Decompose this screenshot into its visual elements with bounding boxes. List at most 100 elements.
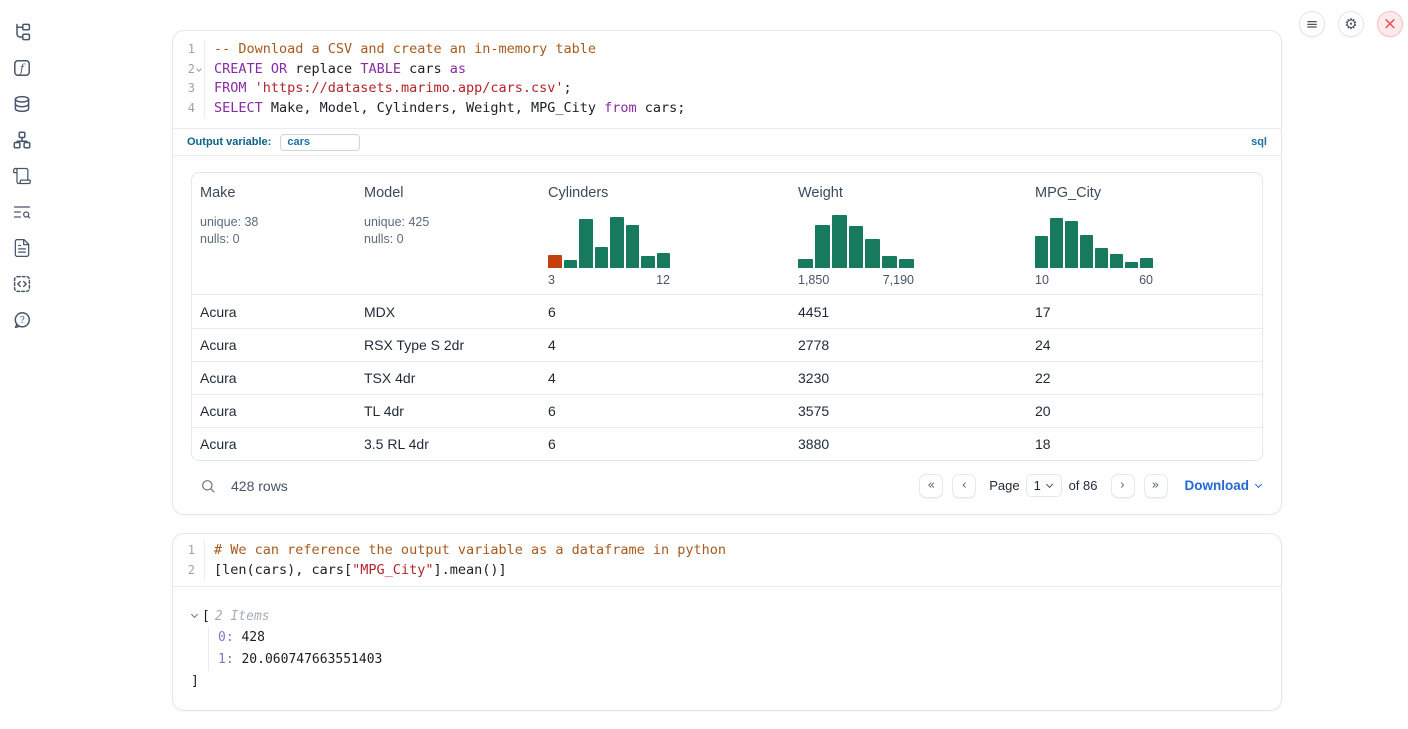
column-header-mpg_city[interactable]: MPG_City1060: [1027, 173, 1262, 294]
last-page-button[interactable]: »: [1144, 474, 1168, 498]
tree-root-row: [ 2 Items: [191, 605, 1263, 627]
histogram-bars[interactable]: [798, 215, 914, 268]
column-header-model[interactable]: Modelunique: 425nulls: 0: [356, 173, 540, 294]
table-footer: 428 rows « ‹ Page 1 of 86 › » Download: [191, 469, 1263, 502]
search-list-icon: [12, 202, 32, 222]
collapse-chevron-icon[interactable]: [191, 610, 198, 617]
table-row[interactable]: AcuraRSX Type S 2dr4277824: [192, 328, 1262, 361]
column-stats: unique: 38nulls: 0: [200, 214, 348, 247]
histogram-bar: [832, 215, 847, 268]
code-text: -- Download a CSV and create an in-memor…: [204, 40, 596, 60]
help-icon: ?: [12, 310, 32, 330]
tree-value: 428: [234, 630, 265, 645]
sidebar-item-logs[interactable]: [12, 166, 32, 186]
svg-text:?: ?: [20, 315, 25, 326]
shutdown-button[interactable]: ×: [1377, 11, 1403, 37]
logs-scroll-icon: [12, 166, 32, 186]
output-variable-input[interactable]: [280, 134, 360, 151]
code-line[interactable]: 1# We can reference the output variable …: [173, 541, 1281, 561]
sidebar-item-snippets[interactable]: [12, 274, 32, 294]
page-label: Page: [989, 478, 1019, 493]
table-cell: 3230: [790, 362, 1027, 394]
page-total-label: of 86: [1069, 478, 1098, 493]
code-text: [len(cars), cars["MPG_City"].mean()]: [204, 561, 507, 581]
table-cell: 24: [1027, 329, 1262, 361]
first-page-button[interactable]: «: [919, 474, 943, 498]
code-line[interactable]: 3FROM 'https://datasets.marimo.app/cars.…: [173, 79, 1281, 99]
fold-gutter[interactable]: [195, 60, 204, 80]
sidebar-item-help[interactable]: ?: [12, 310, 32, 330]
language-badge: sql: [1251, 136, 1267, 148]
histogram-bar: [1050, 218, 1063, 268]
dependency-graph-icon: [12, 130, 32, 150]
sidebar-item-functions[interactable]: f: [12, 58, 32, 78]
histogram-bar: [1125, 262, 1138, 268]
table-row[interactable]: AcuraMDX6445117: [192, 295, 1262, 328]
table-body: AcuraMDX6445117AcuraRSX Type S 2dr427782…: [192, 295, 1262, 460]
sql-cell: 1 -- Download a CSV and create an in-memo…: [172, 30, 1282, 515]
histogram-range-labels: 312: [548, 273, 670, 287]
line-number: 1: [173, 541, 195, 561]
line-number: 3: [173, 79, 195, 99]
sql-cell-output: Makeunique: 38nulls: 0Modelunique: 425nu…: [173, 156, 1281, 515]
row-count-label: 428 rows: [231, 478, 288, 494]
line-number: 4: [173, 99, 195, 119]
line-number: 2: [173, 561, 195, 581]
menu-button[interactable]: ≡: [1299, 11, 1325, 37]
sidebar-item-documentation[interactable]: [12, 238, 32, 258]
code-line[interactable]: 2 [len(cars), cars["MPG_City"].mean()]: [173, 561, 1281, 581]
table-header: Makeunique: 38nulls: 0Modelunique: 425nu…: [192, 173, 1262, 295]
table-row[interactable]: AcuraTL 4dr6357520: [192, 394, 1262, 427]
column-header-cylinders[interactable]: Cylinders 312: [540, 173, 790, 294]
download-label: Download: [1185, 478, 1250, 493]
documentation-icon: [12, 238, 32, 258]
sidebar-item-dependency-graph[interactable]: [12, 130, 32, 150]
column-histogram: 1,8507,190: [798, 215, 1019, 287]
code-editor-sql[interactable]: 1-- Download a CSV and create an in-memo…: [173, 31, 1281, 129]
column-header-weight[interactable]: Weight1,8507,190: [790, 173, 1027, 294]
list-output: [ 2 Items 0: 4281: 20.060747663551403 ]: [173, 587, 1281, 705]
sidebar-item-scratchpad-search[interactable]: [12, 202, 32, 222]
table-row[interactable]: AcuraTSX 4dr4323022: [192, 361, 1262, 394]
python-cell: 1# We can reference the output variable …: [172, 533, 1282, 711]
settings-button[interactable]: ⚙: [1338, 11, 1364, 37]
download-button[interactable]: Download: [1185, 478, 1262, 493]
table-cell: 4451: [790, 295, 1027, 328]
histogram-bar: [564, 260, 578, 268]
chevron-left-icon: ‹: [962, 479, 967, 492]
table-cell: 6: [540, 428, 790, 460]
fold-gutter: [195, 561, 204, 581]
histogram-bars[interactable]: [1035, 215, 1153, 268]
table-cell: 2778: [790, 329, 1027, 361]
table-cell: Acura: [192, 428, 356, 460]
snippets-icon: [12, 274, 32, 294]
sidebar-item-datasources[interactable]: [12, 94, 32, 114]
page-select[interactable]: 1: [1026, 474, 1062, 497]
output-variable-bar: Output variable: sql: [173, 129, 1281, 156]
data-table: Makeunique: 38nulls: 0Modelunique: 425nu…: [191, 172, 1263, 461]
search-icon: [200, 478, 216, 494]
column-name: Cylinders: [548, 185, 782, 201]
settings-gear-icon: ⚙: [1344, 17, 1357, 32]
code-line[interactable]: 1-- Download a CSV and create an in-memo…: [173, 40, 1281, 60]
table-cell: 6: [540, 395, 790, 427]
table-cell: 4: [540, 362, 790, 394]
code-line[interactable]: 4SELECT Make, Model, Cylinders, Weight, …: [173, 99, 1281, 119]
notebook-content: 1 -- Download a CSV and create an in-memo…: [172, 0, 1282, 711]
marimo-notebook: { "colors": { "keyword": "#872ca2", "str…: [0, 0, 1408, 729]
tree-entries: 0: 4281: 20.060747663551403: [208, 627, 1263, 671]
column-name: MPG_City: [1035, 185, 1254, 201]
code-editor-python[interactable]: 1# We can reference the output variable …: [173, 534, 1281, 587]
column-header-make[interactable]: Makeunique: 38nulls: 0: [192, 173, 356, 294]
code-line[interactable]: 2CREATE OR replace TABLE cars as: [173, 60, 1281, 80]
next-page-button[interactable]: ›: [1111, 474, 1135, 498]
table-cell: Acura: [192, 395, 356, 427]
table-search-button[interactable]: [200, 478, 216, 494]
histogram-bars[interactable]: [548, 215, 670, 268]
table-cell: 3880: [790, 428, 1027, 460]
table-cell: 20: [1027, 395, 1262, 427]
sidebar-item-file-tree[interactable]: [12, 22, 32, 42]
table-row[interactable]: Acura3.5 RL 4dr6388018: [192, 427, 1262, 460]
histogram-bar: [579, 219, 593, 268]
prev-page-button[interactable]: ‹: [952, 474, 976, 498]
